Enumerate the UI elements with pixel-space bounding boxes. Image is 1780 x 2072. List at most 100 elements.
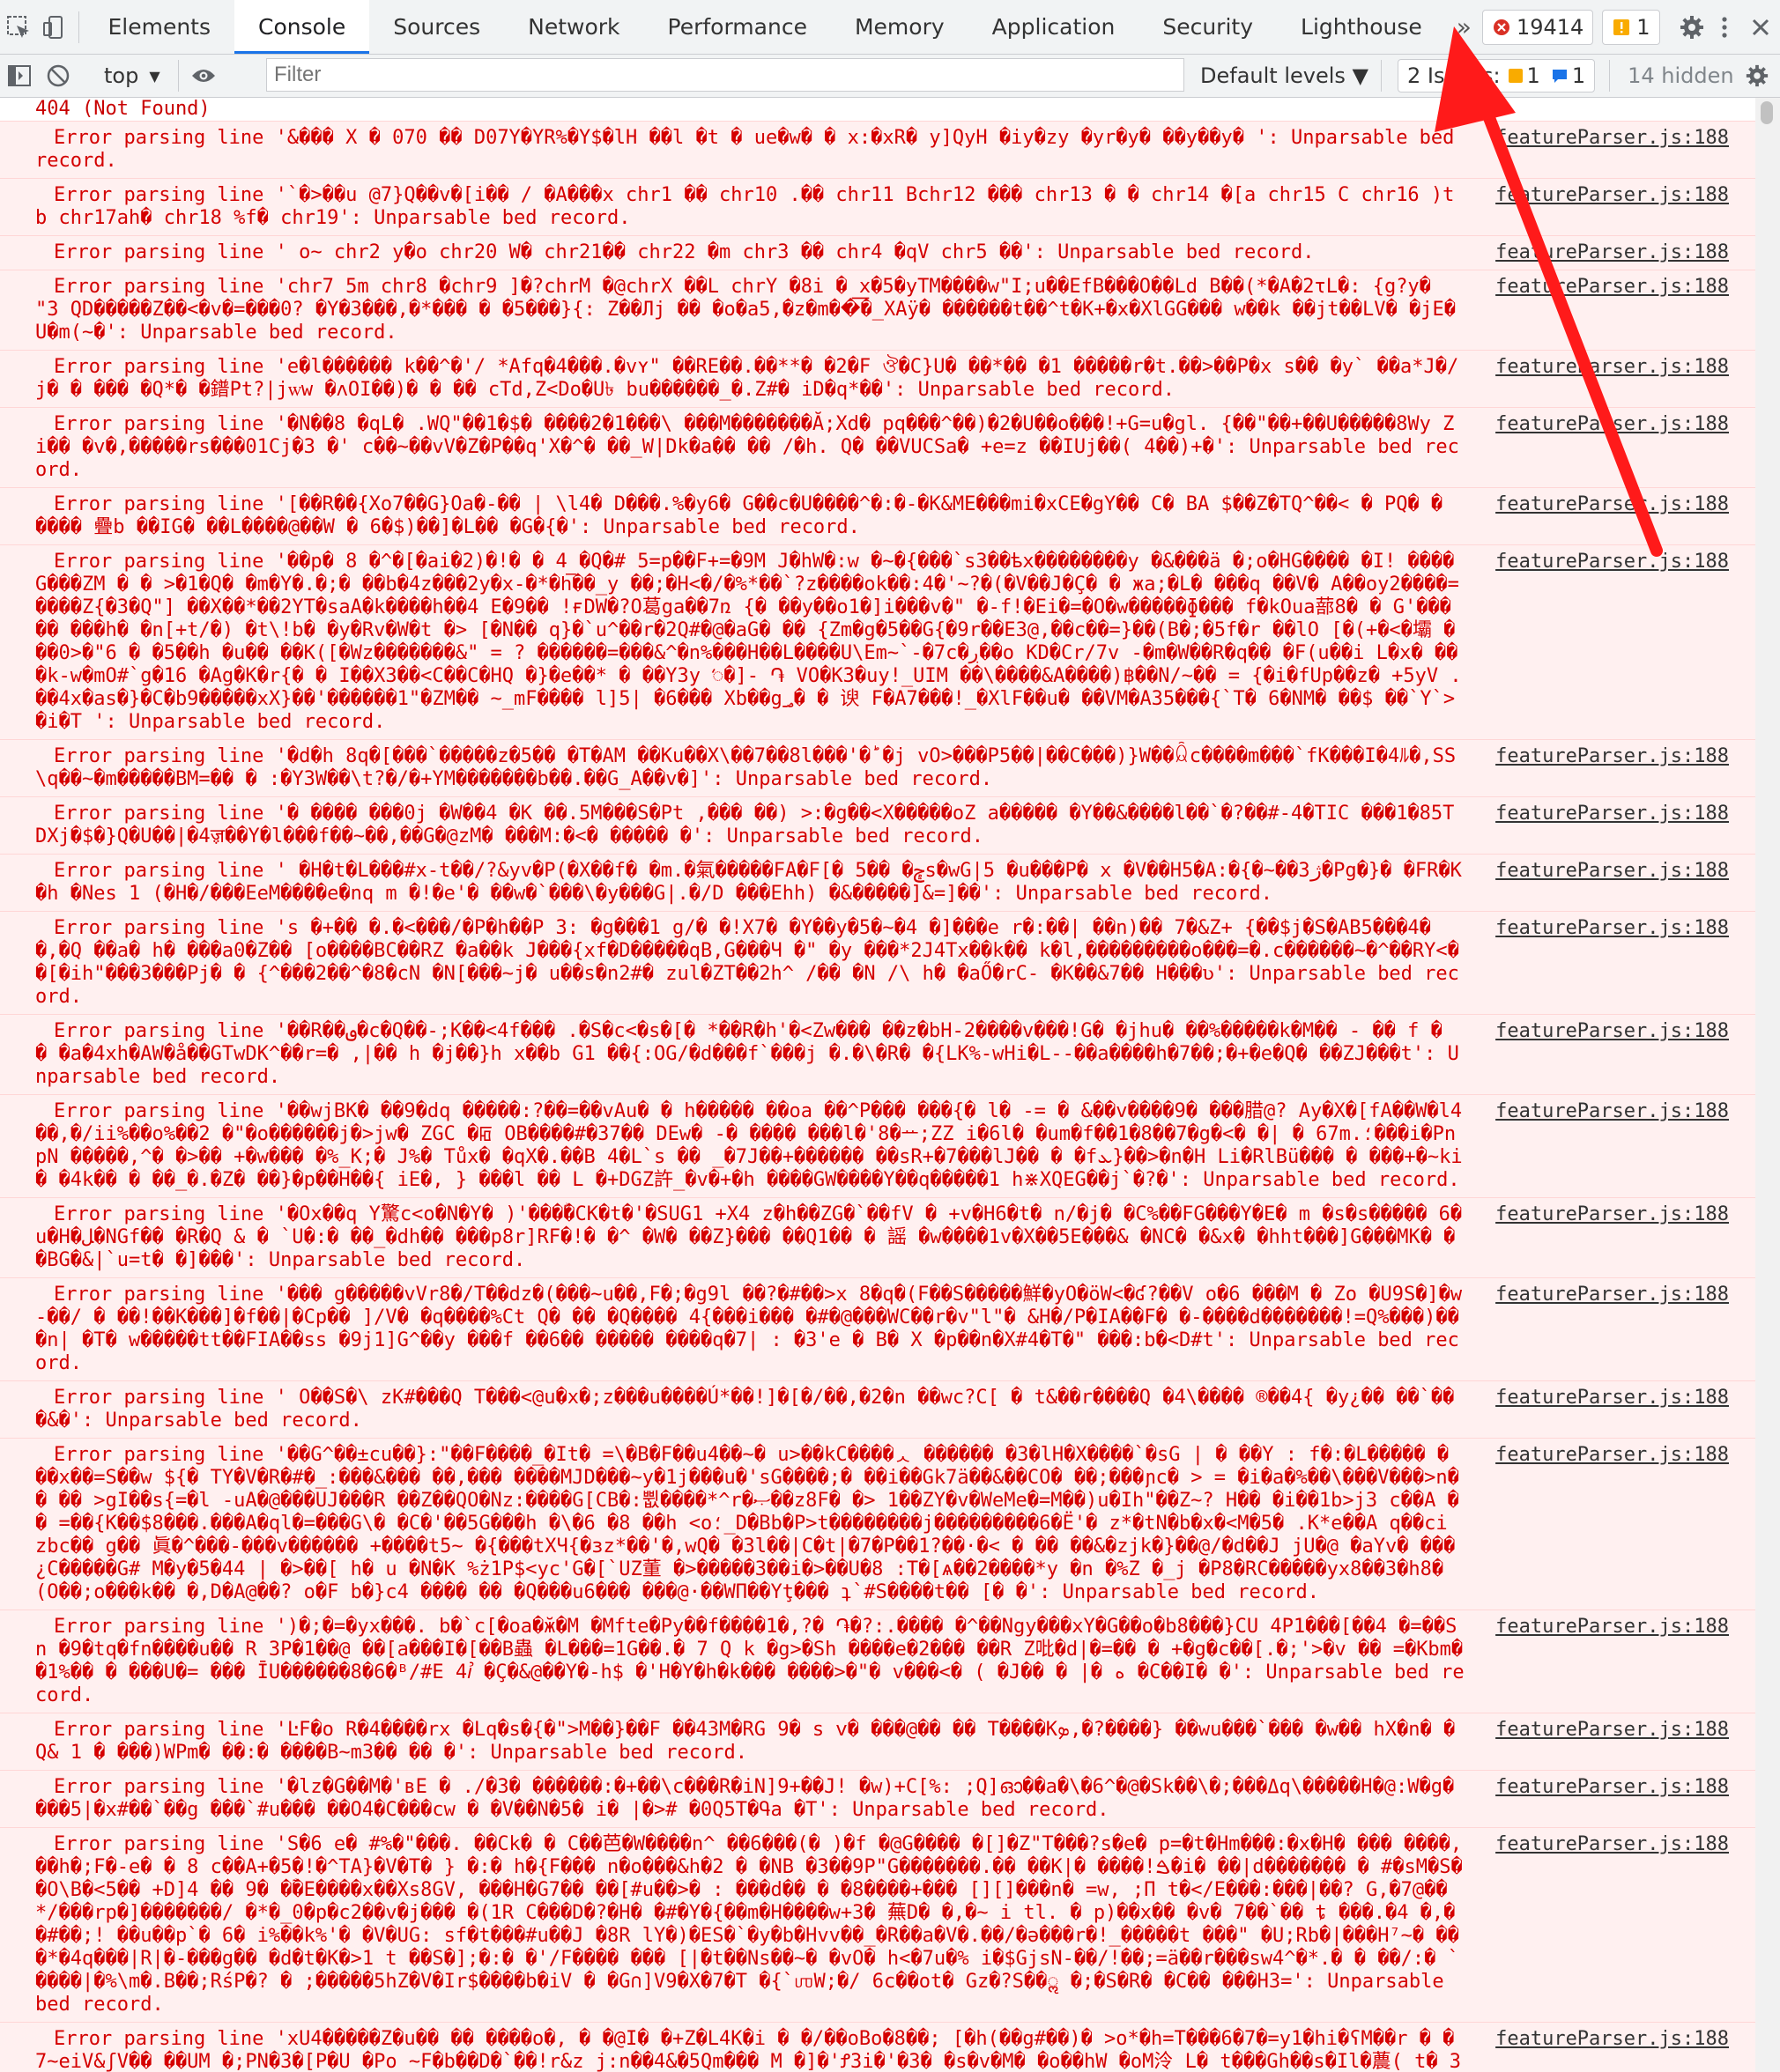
tab-application[interactable]: Application [968,0,1139,54]
tab-elements[interactable]: Elements [84,0,234,54]
source-link[interactable]: featureParser.js:188 [1495,1776,1729,1799]
console-error-message[interactable]: Error parsing line '��� g�����vVr8�/T��d… [0,1277,1755,1380]
error-message-text: Error parsing line ' O��S�\ zK#���Q T���… [35,1387,1455,1432]
tab-sources[interactable]: Sources [369,0,504,54]
console-error-message[interactable]: Error parsing line ' O��S�\ zK#���Q T���… [0,1380,1755,1438]
source-link[interactable]: featureParser.js:188 [1495,127,1729,150]
console-error-message[interactable]: Error parsing line '�N��8 �qL� .WQ"��1�$… [0,407,1755,487]
tab-performance[interactable]: Performance [644,0,831,54]
separator [177,60,179,92]
console-error-message[interactable]: Error parsing line 'xU4�����Z�u�� �� ���… [0,2022,1755,2072]
source-link[interactable]: featureParser.js:188 [1495,1387,1729,1410]
console-error-message[interactable]: Error parsing line '&��� X � 070 �� D07Y… [0,121,1755,178]
console-error-message[interactable]: Error parsing line ' �H�t�L���#x-t��/?&y… [0,854,1755,911]
more-options-icon[interactable] [1709,0,1741,54]
separator [1380,60,1382,92]
console-scrollbar[interactable] [1755,98,1780,2072]
issues-warning-icon [1508,69,1523,83]
close-icon[interactable] [1741,0,1780,54]
source-link[interactable]: featureParser.js:188 [1495,493,1729,516]
hidden-count: 14 hidden [1628,63,1734,88]
console-error-message[interactable]: Error parsing line '��wjBK� ��9�dq �����… [0,1094,1755,1197]
issues-button[interactable]: 2 Issues: 1 1 [1397,59,1596,92]
tab-network[interactable]: Network [504,0,643,54]
source-link[interactable]: featureParser.js:188 [1495,413,1729,436]
source-link[interactable]: featureParser.js:188 [1495,1833,1729,1856]
issues-info-icon [1552,70,1567,83]
source-link[interactable]: featureParser.js:188 [1495,1719,1729,1742]
device-toolbar-icon[interactable] [36,0,72,54]
console-error-message[interactable]: Error parsing line '�d�h 8q�[���`�����z�… [0,739,1755,796]
devtools-tabbar: Elements Console Sources Network Perform… [0,0,1780,55]
console-error-message[interactable]: Error parsing line 'S�6 e� #%�"���. ��Ck… [0,1827,1755,2022]
source-link[interactable]: featureParser.js:188 [1495,1284,1729,1306]
console-settings-gear-icon[interactable] [1738,55,1776,97]
error-message-text: Error parsing line 'xU4�����Z�u�� �� ���… [35,2028,1462,2072]
error-message-text: Error parsing line 'chr7 5m chr8 �chr9 ]… [35,276,1456,344]
scrollbar-thumb[interactable] [1761,101,1773,124]
source-link[interactable]: featureParser.js:188 [1495,2028,1729,2051]
source-link[interactable]: featureParser.js:188 [1495,1020,1729,1043]
error-message-text: Error parsing line 'e�l������ k��^�'/ *A… [35,356,1459,401]
error-message-text: Error parsing line 's �+�� �.�<���/�P�h�… [35,917,1459,1008]
console-error-message[interactable]: Error parsing line '��p� 8 �^�[�ai�2)�!�… [0,544,1755,739]
tab-lighthouse[interactable]: Lighthouse [1277,0,1446,54]
source-link[interactable]: featureParser.js:188 [1495,551,1729,574]
error-message-text: Error parsing line '� ���� ���0j �W��4 �… [35,803,1455,847]
console-error-message[interactable]: Error parsing line 's �+�� �.�<���/�P�h�… [0,911,1755,1014]
tab-memory[interactable]: Memory [831,0,968,54]
show-sidebar-icon[interactable] [0,55,39,97]
source-link[interactable]: featureParser.js:188 [1495,1616,1729,1639]
error-message-text: Error parsing line 'ĿF�o R�4����rx �Lq�s… [35,1719,1456,1764]
console-error-message[interactable]: Error parsing line '� ���� ���0j �W��4 �… [0,796,1755,854]
warning-icon [1613,18,1630,35]
context-label: top [104,63,139,88]
error-count-badge[interactable]: 19414 [1481,9,1594,45]
source-link[interactable]: featureParser.js:188 [1495,1100,1729,1123]
more-tabs-icon[interactable]: » [1446,12,1482,41]
source-link[interactable]: featureParser.js:188 [1495,241,1729,264]
console-error-message[interactable]: Error parsing line ')�;�=�yx���. b�`c[�o… [0,1610,1755,1713]
separator [78,11,79,43]
source-link[interactable]: featureParser.js:188 [1495,1203,1729,1226]
error-message-text: Error parsing line ' �H�t�L���#x-t��/?&y… [35,860,1462,905]
error-message-text: Error parsing line '��wjBK� ��9�dq �����… [35,1100,1463,1191]
warning-count-badge[interactable]: 1 [1602,9,1660,45]
warning-count: 1 [1636,14,1650,40]
source-link[interactable]: featureParser.js:188 [1495,276,1729,299]
log-levels-dropdown[interactable]: Default levels ▼ [1200,63,1368,88]
source-link[interactable]: featureParser.js:188 [1495,1444,1729,1467]
error-count: 19414 [1516,14,1584,40]
console-error-message[interactable]: Error parsing line 'e�l������ k��^�'/ *A… [0,350,1755,407]
source-link[interactable]: featureParser.js:188 [1495,803,1729,825]
source-link[interactable]: featureParser.js:188 [1495,860,1729,883]
source-link[interactable]: featureParser.js:188 [1495,917,1729,940]
tab-console[interactable]: Console [234,0,370,54]
console-error-message[interactable]: Error parsing line '�Ox��q Y驚c<o�N�Y� )'… [0,1197,1755,1277]
console-error-message[interactable]: Error parsing line '��G^��±cu��}:"��F���… [0,1438,1755,1610]
console-error-message[interactable]: Error parsing line '�lz�G��M�'вE � ./�3�… [0,1770,1755,1827]
context-selector[interactable]: top ▼ [104,63,160,88]
console-error-message[interactable]: Error parsing line '��R��ࢼ�c�Q��-;K��<4f… [0,1014,1755,1094]
console-error-message[interactable]: Error parsing line 'chr7 5m chr8 �chr9 ]… [0,270,1755,350]
console-error-message[interactable]: Error parsing line 'ĿF�o R�4����rx �Lq�s… [0,1713,1755,1770]
inspect-element-icon[interactable] [0,0,36,54]
source-link[interactable]: featureParser.js:188 [1495,184,1729,207]
console-output[interactable]: 404 (Not Found) Error parsing line '&���… [0,98,1755,2072]
error-message-text: Error parsing line 'S�6 e� #%�"���. ��Ck… [35,1833,1463,2016]
error-message-text: Error parsing line '�d�h 8q�[���`�����z�… [35,745,1457,790]
error-message-text: Error parsing line '��� g�����vVr8�/T��d… [35,1284,1463,1374]
live-expression-eye-icon[interactable] [184,55,223,97]
console-error-message[interactable]: Error parsing line '[��R��{Xo7��G}Oa�-��… [0,487,1755,544]
separator [1609,60,1611,92]
console-error-message[interactable]: Error parsing line ' o~ chr2 y�o chr20 W… [0,235,1755,270]
clear-console-icon[interactable] [39,55,78,97]
console-error-message[interactable]: Error parsing line '`�>��u @7}Q��v�[i�� … [0,178,1755,235]
error-message-text: Error parsing line '&��� X � 070 �� D07Y… [35,127,1455,172]
settings-gear-icon[interactable] [1676,0,1709,54]
filter-input[interactable] [266,58,1184,92]
source-link[interactable]: featureParser.js:188 [1495,356,1729,379]
console-toolbar: top ▼ Default levels ▼ 2 Issues: 1 1 14 … [0,55,1780,98]
tab-security[interactable]: Security [1138,0,1277,54]
source-link[interactable]: featureParser.js:188 [1495,745,1729,768]
